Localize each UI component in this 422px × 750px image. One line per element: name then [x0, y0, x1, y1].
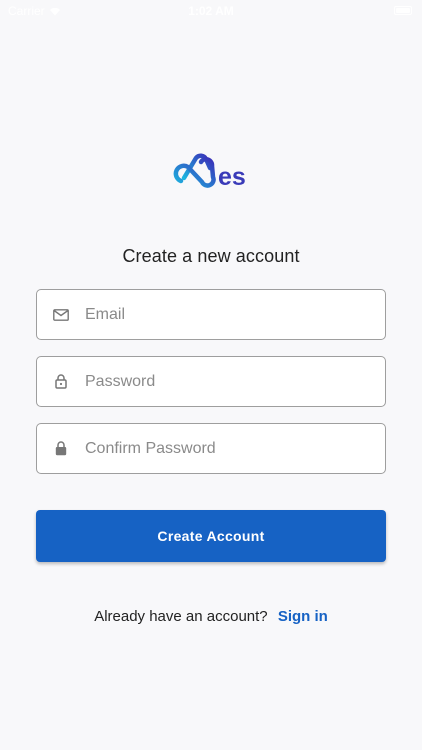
confirm-password-input[interactable] [85, 424, 385, 473]
signin-row: Already have an account? Sign in [0, 608, 422, 625]
battery-icon [394, 6, 412, 15]
password-field[interactable] [36, 356, 386, 407]
status-time: 1:02 AM [188, 4, 234, 18]
logo-text: es [218, 163, 246, 190]
confirm-password-field[interactable] [36, 423, 386, 474]
app-logo: es [173, 153, 246, 190]
lock-icon [37, 423, 85, 474]
page-title: Create a new account [122, 246, 300, 266]
mail-icon [37, 289, 85, 340]
email-field[interactable] [36, 289, 386, 340]
lock-outline-icon [37, 356, 85, 407]
email-input[interactable] [85, 290, 385, 339]
signin-prompt: Already have an account? [94, 608, 268, 625]
status-bar: Carrier 1:02 AM [0, 0, 422, 22]
password-input[interactable] [85, 357, 385, 406]
sign-in-link[interactable]: Sign in [278, 608, 328, 625]
create-account-button[interactable]: Create Account [36, 510, 386, 562]
